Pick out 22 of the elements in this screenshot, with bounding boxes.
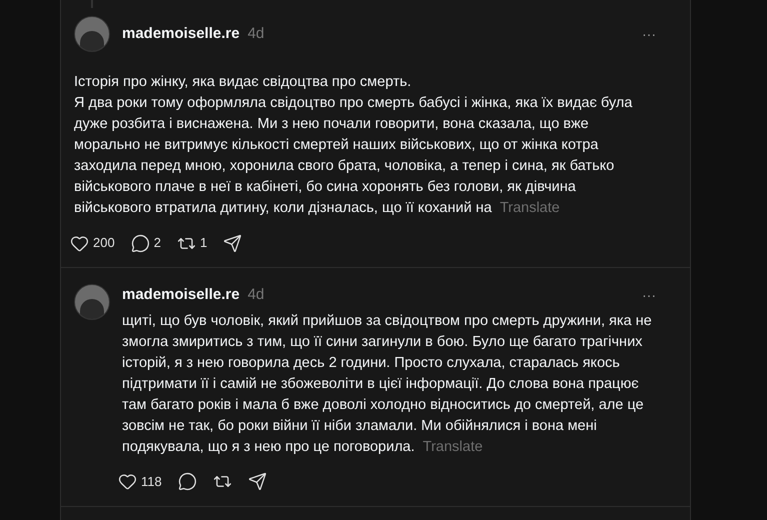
more-button[interactable]: ···	[642, 284, 660, 306]
send-icon	[223, 234, 242, 252]
translate-link[interactable]: Translate	[500, 200, 560, 216]
reply-button[interactable]: 2	[130, 227, 173, 259]
post-text: Історія про жінку, яка видає свідоцтва про смерть. Я два роки тому оформляла свідоцтво про смерть бабусі і жінка, яка їх видає була дуже розбита і виснажена. Ми з нею почали говорити, вона сказала, що вже морально не витримує кількості смертей наших військових, що от жінка котра заходила перед мною, хоронила свого брата, чоловіка, а тепер і сина, як батько військового плаче в неї в кабінеті, бо сина хоронять без голови, як дівчина військового втратила дитину, коли дізналась, що її коханий на Translate	[74, 73, 634, 218]
translate-link[interactable]: Translate	[422, 438, 483, 454]
heart-icon	[118, 472, 137, 491]
avatar[interactable]	[74, 284, 110, 320]
comment-icon	[178, 472, 197, 491]
heart-icon	[70, 234, 89, 252]
author-name[interactable]: mademoiselle.re	[122, 284, 240, 306]
repost-button[interactable]: 1	[176, 227, 220, 259]
author-name[interactable]: mademoiselle.re	[122, 22, 240, 46]
post-time: 4d	[248, 24, 264, 44]
like-button[interactable]: 200	[70, 227, 127, 259]
comment-icon	[130, 234, 150, 252]
more-button[interactable]: ···	[642, 24, 660, 44]
avatar[interactable]	[74, 16, 110, 52]
post-time: 4d	[248, 285, 264, 305]
like-button[interactable]: 118	[118, 466, 174, 498]
send-icon	[248, 472, 267, 491]
post-text: щиті, що був чоловік, який прийшов за свідоцтвом про смерть дружини, яка не змогла змиритись з тим, що її сини загинули в бою. Було ще багато трагічних історій, я з нею говорила десь 2 години. Просто слухала, старалась якось підтримати її і самій не збожеволіти в цієї інформації. До слова вона працює там багато років і мала б вже доволі холодно відноситись до смертей, але це зовсім не так, бо роки війни її ніби зламали. Ми обійнялися і вона мені подякувала, що я з нею про це поговорила. Translate	[122, 312, 653, 456]
